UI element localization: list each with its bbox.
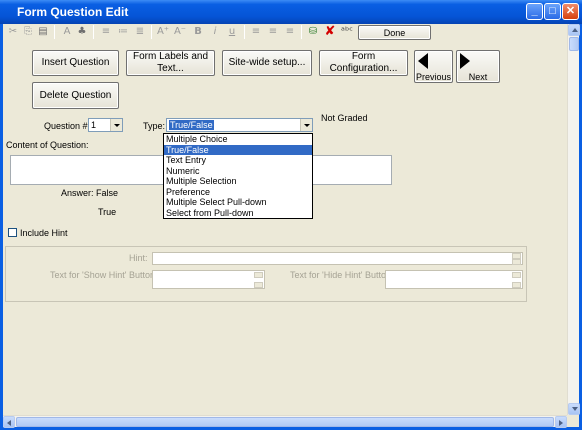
- delete-icon[interactable]: ✘: [323, 25, 337, 39]
- toolbar-separator: [151, 25, 152, 39]
- window-title: Form Question Edit: [17, 5, 129, 19]
- form-labels-button[interactable]: Form Labels and Text...: [126, 50, 215, 76]
- copy-icon[interactable]: ⎘: [21, 25, 35, 39]
- spin-up-icon[interactable]: [254, 272, 263, 278]
- answer-label: Answer: False: [61, 188, 119, 198]
- question-number-select[interactable]: 1: [88, 118, 123, 132]
- paste-icon[interactable]: ▤: [36, 25, 50, 39]
- previous-button[interactable]: Previous: [414, 50, 453, 83]
- format-toolbar: ✂ ⎘ ▤ A ♣ ≡ ≔ ≣ A⁺ A⁻ B i u ≡ ≡ ≡ ⛁ ✘ ᵃᵇ…: [3, 24, 567, 40]
- answer-value[interactable]: True: [98, 207, 116, 217]
- hint-field[interactable]: [152, 252, 523, 265]
- type-option[interactable]: Select from Pull-down: [164, 208, 312, 219]
- close-button[interactable]: ✕: [562, 3, 579, 20]
- next-label: Next: [468, 72, 488, 82]
- spin-up-icon[interactable]: [512, 272, 521, 278]
- align-left-icon[interactable]: ≡: [249, 25, 263, 39]
- question-number-label: Question #: [44, 121, 88, 131]
- show-hint-field[interactable]: [152, 270, 265, 289]
- delete-question-button[interactable]: Delete Question: [32, 82, 119, 109]
- align-center-icon[interactable]: ≡: [266, 25, 280, 39]
- italic-icon[interactable]: i: [208, 25, 222, 39]
- type-option[interactable]: Multiple Choice: [164, 134, 312, 145]
- toolbar-separator: [54, 25, 55, 39]
- type-label: Type:: [143, 121, 166, 131]
- site-wide-setup-button[interactable]: Site-wide setup...: [222, 50, 312, 76]
- type-select[interactable]: True/False: [166, 118, 313, 132]
- font-icon[interactable]: A: [60, 25, 74, 39]
- toolbar-separator: [93, 25, 94, 39]
- window-frame-left: [0, 24, 3, 430]
- graded-status: Not Graded: [321, 113, 368, 123]
- question-number-value: 1: [91, 120, 97, 130]
- align-right-icon[interactable]: ≡: [283, 25, 297, 39]
- type-option[interactable]: Multiple Selection: [164, 176, 312, 187]
- type-option[interactable]: Text Entry: [164, 155, 312, 166]
- include-hint-label[interactable]: Include Hint: [20, 228, 68, 238]
- scroll-left-icon[interactable]: [3, 416, 15, 428]
- spin-down-icon[interactable]: [254, 282, 263, 288]
- arrow-right-icon: [460, 53, 470, 69]
- toolbar-separator: [301, 25, 302, 39]
- horizontal-scroll-thumb[interactable]: [16, 417, 554, 427]
- arrow-left-icon: [418, 53, 428, 69]
- vertical-scroll-thumb[interactable]: [569, 37, 579, 51]
- bullet-list-icon[interactable]: ≡: [99, 25, 113, 39]
- type-option[interactable]: Preference: [164, 187, 312, 198]
- font-size-up-icon[interactable]: A⁺: [156, 25, 170, 39]
- spin-down-icon[interactable]: [512, 282, 521, 288]
- save-record-icon[interactable]: ⛁: [306, 25, 320, 39]
- hint-label: Hint:: [129, 253, 148, 263]
- scrollbar-corner: [567, 415, 579, 427]
- cut-icon[interactable]: ✂: [6, 25, 20, 39]
- numbered-list-icon[interactable]: ≔: [116, 25, 130, 39]
- show-hint-label: Text for 'Show Hint' Button:: [50, 270, 158, 280]
- indent-list-icon[interactable]: ≣: [133, 25, 147, 39]
- type-option-selected[interactable]: True/False: [164, 144, 312, 155]
- title-bar[interactable]: Form Question Edit _ □ ✕: [0, 0, 582, 24]
- scroll-up-icon[interactable]: [568, 24, 580, 36]
- previous-label: Previous: [415, 72, 451, 82]
- scroll-right-icon[interactable]: [555, 416, 567, 428]
- spin-down-icon[interactable]: [512, 259, 521, 265]
- content-label: Content of Question:: [6, 140, 89, 150]
- underline-icon[interactable]: u: [225, 25, 239, 39]
- toolbar-separator: [244, 25, 245, 39]
- type-option[interactable]: Numeric: [164, 166, 312, 177]
- insert-question-button[interactable]: Insert Question: [32, 50, 119, 76]
- hide-hint-field[interactable]: [385, 270, 523, 289]
- done-button[interactable]: Done: [358, 25, 431, 40]
- vertical-scrollbar[interactable]: [567, 24, 580, 415]
- minimize-button[interactable]: _: [526, 3, 543, 20]
- type-selected-value: True/False: [169, 120, 214, 130]
- hide-hint-label: Text for 'Hide Hint' Button:: [290, 270, 394, 280]
- type-dropdown-list[interactable]: Multiple Choice True/False Text Entry Nu…: [163, 133, 313, 219]
- scroll-down-icon[interactable]: [568, 403, 580, 415]
- include-hint-checkbox[interactable]: [8, 228, 17, 237]
- horizontal-scrollbar[interactable]: [3, 415, 567, 428]
- color-icon[interactable]: ♣: [75, 25, 89, 39]
- chevron-down-icon[interactable]: [300, 119, 312, 131]
- font-size-down-icon[interactable]: A⁻: [173, 25, 187, 39]
- form-configuration-button[interactable]: Form Configuration...: [319, 50, 408, 76]
- spell-check-icon[interactable]: ᵃᵇᶜ: [340, 25, 354, 39]
- maximize-button[interactable]: □: [544, 3, 561, 20]
- type-option[interactable]: Multiple Select Pull-down: [164, 197, 312, 208]
- next-button[interactable]: Next: [456, 50, 500, 83]
- chevron-down-icon[interactable]: [110, 119, 122, 131]
- bold-icon[interactable]: B: [191, 25, 205, 39]
